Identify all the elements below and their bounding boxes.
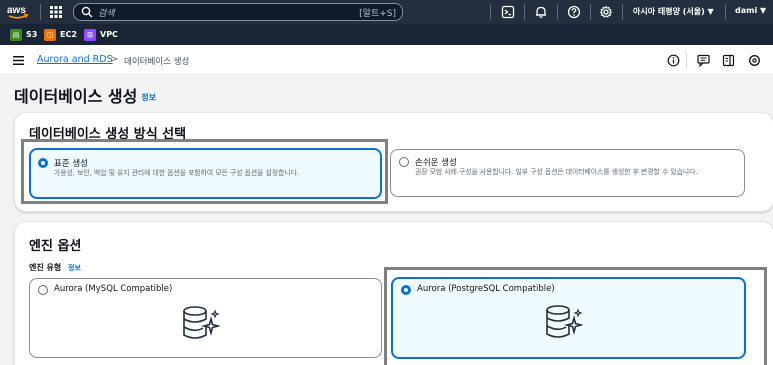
breadcrumb-link-aurora-rds[interactable]: Aurora and RDS — [37, 54, 113, 65]
engine-type-label: 엔진 유형 정보 — [29, 262, 81, 273]
favorite-ec2[interactable]: ◫ EC2 — [44, 28, 77, 41]
nav-divider — [524, 4, 525, 20]
engine-option-aurora-mysql[interactable]: Aurora (MySQL Compatible) — [29, 278, 382, 358]
search-icon — [81, 6, 93, 18]
highlight-box — [384, 267, 767, 365]
option-label: 손쉬운 생성 — [415, 158, 457, 168]
favorite-label: VPC — [100, 30, 118, 39]
breadcrumb-bar: Aurora and RDS > 데이터베이스 생성 — [0, 45, 773, 75]
settings-icon[interactable] — [748, 54, 761, 67]
engine-type-text: 엔진 유형 — [29, 263, 62, 272]
aurora-db-icon — [183, 306, 220, 339]
radio-aurora-mysql[interactable] — [38, 285, 48, 295]
help-icon[interactable] — [567, 5, 581, 19]
nav-divider — [557, 4, 558, 20]
page-title: 데이터베이스 생성 정보 — [14, 83, 156, 107]
cloudshell-icon[interactable] — [501, 5, 515, 19]
account-menu[interactable]: dami ▼ — [735, 6, 766, 15]
services-grid-icon[interactable] — [50, 6, 62, 18]
search-placeholder: 검색 — [98, 9, 115, 19]
engine-option-label: Aurora (MySQL Compatible) — [54, 284, 173, 294]
option-description: 권장 모범 사례 구성을 사용합니다. 일부 구성 옵션은 데이터베이스를 생성… — [415, 168, 698, 176]
side-panel-icon[interactable] — [722, 54, 735, 67]
highlight-box — [21, 139, 388, 204]
favorites-bar: ▤ S3 ◫ EC2 ⊡ VPC — [0, 24, 773, 45]
favorite-vpc[interactable]: ⊡ VPC — [84, 28, 118, 41]
notifications-bell-icon[interactable] — [534, 5, 548, 19]
region-selector[interactable]: 아시아 태평양 (서울) ▼ — [633, 6, 714, 17]
nav-divider — [490, 4, 491, 20]
page-title-text: 데이터베이스 생성 — [14, 87, 138, 106]
nav-divider — [40, 4, 41, 20]
favorite-label: S3 — [26, 30, 38, 39]
search-shortcut-hint: [알트+S] — [359, 9, 396, 19]
info-link[interactable]: 정보 — [141, 93, 156, 102]
favorite-label: EC2 — [60, 30, 77, 39]
menu-hamburger-icon[interactable] — [13, 56, 24, 65]
breadcrumb-current: 데이터베이스 생성 — [124, 57, 190, 67]
vpc-icon: ⊡ — [84, 28, 96, 41]
radio-easy-create[interactable] — [399, 157, 409, 167]
nav-divider — [622, 4, 623, 20]
settings-gear-icon[interactable] — [599, 5, 613, 19]
top-navigation: aws 검색 [알트+S] 아시아 태평양 (서울) ▼ dami ▼ — [0, 0, 773, 24]
option-easy-create[interactable]: 손쉬운 생성 권장 모범 사례 구성을 사용합니다. 일부 구성 옵션은 데이터… — [390, 149, 745, 197]
breadcrumb-separator: > — [110, 54, 119, 65]
aws-logo[interactable]: aws — [6, 2, 30, 22]
engine-options-title: 엔진 옵션 — [29, 239, 82, 254]
feedback-chat-icon[interactable] — [697, 54, 710, 67]
toolbar-divider — [686, 53, 687, 68]
nav-divider — [590, 4, 591, 20]
s3-icon: ▤ — [10, 28, 22, 41]
ec2-icon: ◫ — [44, 28, 56, 41]
engine-type-info-link[interactable]: 정보 — [68, 264, 81, 272]
info-circle-icon[interactable] — [667, 54, 680, 67]
favorite-s3[interactable]: ▤ S3 — [10, 28, 37, 41]
svg-text:aws: aws — [7, 5, 26, 16]
nav-divider — [725, 4, 726, 20]
search-bar[interactable]: 검색 [알트+S] — [73, 3, 403, 21]
